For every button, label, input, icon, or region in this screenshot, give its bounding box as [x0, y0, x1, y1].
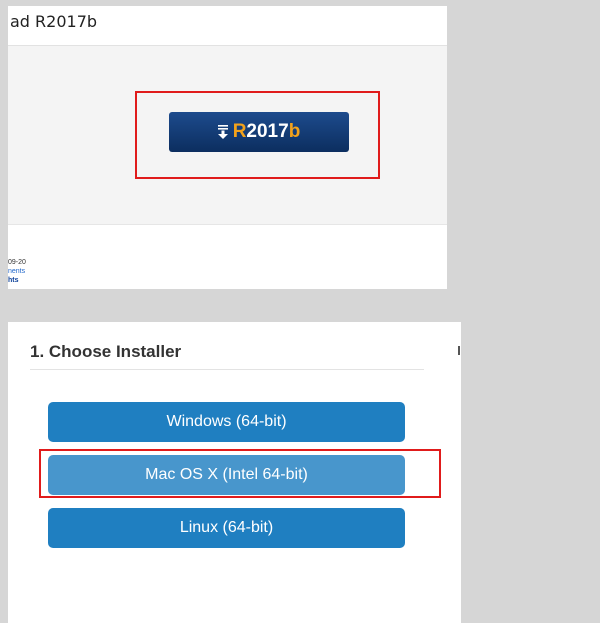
heading-divider — [30, 369, 424, 370]
page-header: ad R2017b — [8, 6, 447, 46]
release-suffix: b — [288, 121, 301, 142]
download-page-panel: ad R2017b R 2017 b 09-20 nents hts — [8, 6, 447, 289]
release-prefix: R — [232, 121, 247, 142]
page-title: ad R2017b — [10, 12, 98, 31]
installer-heading: 1. Choose Installer — [30, 342, 182, 361]
page-footer: 09-20 nents hts — [8, 224, 447, 289]
edge-mark — [458, 346, 460, 355]
footer-date: 09-20 — [8, 259, 26, 266]
mac-installer-button[interactable]: Mac OS X (Intel 64-bit) — [48, 455, 405, 495]
linux-installer-button[interactable]: Linux (64-bit) — [48, 508, 405, 548]
choose-installer-panel: 1. Choose Installer Windows (64-bit) Mac… — [8, 322, 461, 623]
footer-link-rights[interactable]: hts — [8, 277, 19, 284]
windows-installer-button[interactable]: Windows (64-bit) — [48, 402, 405, 442]
download-r2017b-button[interactable]: R 2017 b — [169, 112, 349, 152]
release-year: 2017 — [246, 121, 289, 142]
footer-link-documents[interactable]: nents — [8, 268, 25, 275]
download-arrow-icon — [217, 125, 228, 139]
